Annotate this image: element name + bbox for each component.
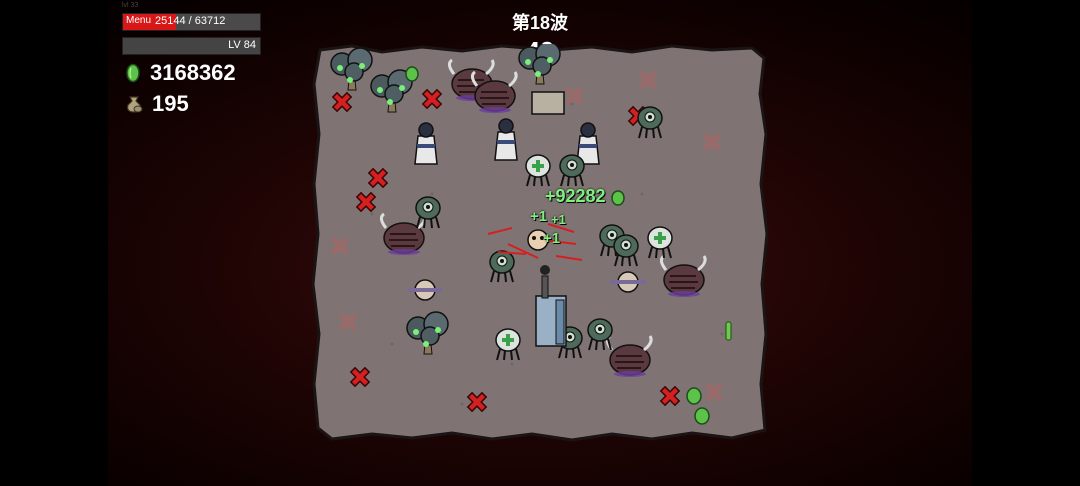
structure xyxy=(531,91,565,115)
heal-popup: +1 xyxy=(530,208,548,225)
pilgrim-enemy xyxy=(494,118,518,161)
wave-title: 第18波 xyxy=(511,13,569,33)
money-bag-icon xyxy=(127,96,143,113)
heal-popup: +1 xyxy=(543,230,561,247)
damage-popup: +92282 xyxy=(545,186,606,206)
hud-debug-label: lvl 33 xyxy=(122,2,139,9)
right-letterbox xyxy=(972,0,1080,486)
left-letterbox xyxy=(0,0,108,486)
heal-popup: +1 xyxy=(551,212,566,227)
bag-counter: 195 xyxy=(124,91,189,117)
pilgrim-enemy xyxy=(414,122,438,165)
bag-value: 195 xyxy=(152,91,189,116)
arena xyxy=(312,44,768,442)
